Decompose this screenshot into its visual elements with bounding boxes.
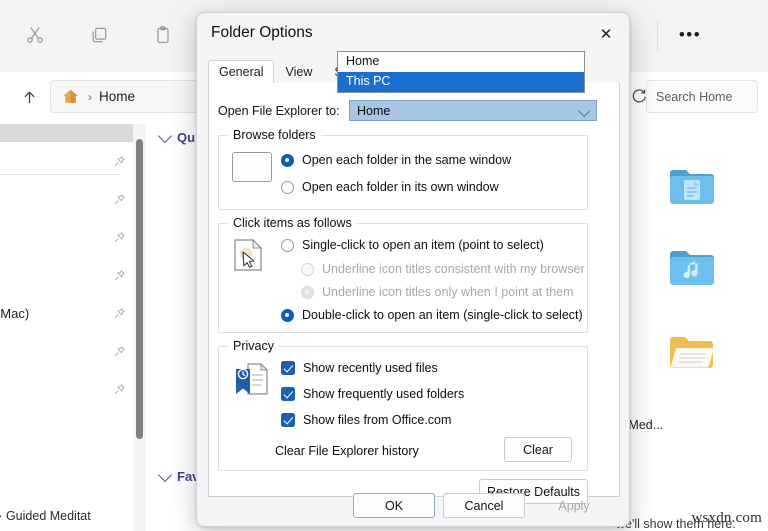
single-click-option[interactable]: Single-click to open an item (point to s… <box>281 238 544 252</box>
radio-button[interactable] <box>281 308 294 322</box>
folder-options-dialog: Folder Options ✕ General View Search Ope… <box>196 12 630 527</box>
underline-consistent-option: Underline icon titles consistent with my… <box>301 262 585 276</box>
privacy-legend: Privacy <box>228 339 279 353</box>
pin-icon[interactable] <box>113 345 126 358</box>
radio-button[interactable] <box>281 153 294 167</box>
nav-item-0[interactable]: p <box>0 146 134 176</box>
search-input[interactable]: Search Home <box>646 80 758 113</box>
cancel-button[interactable]: Cancel <box>443 493 525 518</box>
option-label: Single-click to open an item (point to s… <box>302 238 544 252</box>
browse-own-window-option[interactable]: Open each folder in its own window <box>281 180 499 194</box>
radio-button[interactable] <box>281 238 294 252</box>
radio-button[interactable] <box>281 180 294 194</box>
privacy-illustration <box>232 361 272 397</box>
nav-item-label: Drive (Mac) <box>0 305 30 321</box>
site-watermark: wsxdn.com <box>691 510 762 526</box>
underline-point-option: Underline icon titles only when I point … <box>301 285 574 299</box>
dropdown-option-this-pc[interactable]: This PC <box>338 72 584 92</box>
tab-general[interactable]: General <box>208 60 275 84</box>
search-placeholder-text: Search Home <box>656 89 733 104</box>
dropdown-option-home[interactable]: Home <box>338 52 584 72</box>
pin-icon[interactable] <box>113 383 126 396</box>
chevron-down-icon <box>157 467 173 482</box>
nav-item-2[interactable]: ents <box>0 222 134 252</box>
pin-icon[interactable] <box>113 155 126 168</box>
breadcrumb-separator: › <box>88 89 92 104</box>
radio-button <box>301 262 314 276</box>
click-items-legend: Click items as follows <box>228 216 357 230</box>
home-icon <box>63 89 78 103</box>
tab-view[interactable]: View <box>274 60 323 84</box>
copy-icon[interactable] <box>82 18 116 52</box>
apply-button: Apply <box>558 498 590 513</box>
documents-folder-icon[interactable] <box>668 167 716 207</box>
double-click-option[interactable]: Double-click to open an item (single-cli… <box>281 308 583 322</box>
music-folder-icon[interactable] <box>668 248 716 288</box>
open-folder-icon[interactable] <box>668 332 716 372</box>
pin-icon[interactable] <box>113 269 126 282</box>
pin-icon[interactable] <box>113 231 126 244</box>
chevron-down-icon <box>157 128 173 143</box>
close-icon[interactable]: ✕ <box>589 19 623 49</box>
browse-folders-illustration <box>232 152 272 182</box>
navigate-up-icon[interactable] <box>14 82 44 112</box>
navigation-pane: p ads ents <box>0 124 152 531</box>
option-label: Underline icon titles consistent with my… <box>322 262 585 276</box>
checkbox[interactable] <box>281 413 295 427</box>
open-file-explorer-label: Open File Explorer to: <box>218 104 340 118</box>
nav-item-3[interactable] <box>0 260 134 290</box>
click-items-illustration <box>233 238 263 272</box>
breadcrumb-current[interactable]: Home <box>99 89 135 104</box>
option-label: Underline icon titles only when I point … <box>322 285 574 299</box>
section-header-favorites[interactable]: Fav <box>157 467 199 484</box>
clear-button[interactable]: Clear <box>504 437 572 462</box>
show-recent-files-checkbox-row[interactable]: Show recently used files <box>281 361 438 375</box>
nav-item-6[interactable] <box>0 374 134 404</box>
open-file-explorer-row: Open File Explorer to: Home <box>218 100 612 122</box>
toolbar-divider <box>657 22 658 50</box>
checkbox[interactable] <box>281 387 295 401</box>
browse-same-window-option[interactable]: Open each folder in the same window <box>281 153 511 167</box>
more-options-icon[interactable]: ••• <box>674 20 706 50</box>
general-tab-panel: Open File Explorer to: Home Browse folde… <box>208 83 620 504</box>
clear-history-label: Clear File Explorer history <box>275 444 419 458</box>
checkbox[interactable] <box>281 361 295 375</box>
ok-button[interactable]: OK <box>353 493 435 518</box>
checkbox-label: Show frequently used folders <box>303 387 465 401</box>
open-file-explorer-dropdown-list: Home This PC <box>337 51 585 93</box>
option-label: Double-click to open an item (single-cli… <box>302 308 583 322</box>
chevron-down-icon <box>577 104 591 118</box>
nav-item-1[interactable]: ads <box>0 184 134 214</box>
dialog-footer: OK Cancel Apply <box>197 484 629 526</box>
privacy-group: Privacy Show recently used files Show fr… <box>218 339 588 471</box>
nav-item-4[interactable]: Drive (Mac) <box>0 298 134 328</box>
navpane-footer-text: 022 · Guided Meditat <box>0 509 91 523</box>
checkbox-label: Show files from Office.com <box>303 413 452 427</box>
paste-icon[interactable] <box>146 18 180 52</box>
browse-folders-group: Browse folders Open each folder in the s… <box>218 128 588 210</box>
show-office-files-checkbox-row[interactable]: Show files from Office.com <box>281 413 451 427</box>
dialog-title: Folder Options <box>211 24 313 41</box>
pin-icon[interactable] <box>113 193 126 206</box>
pin-icon[interactable] <box>113 307 126 320</box>
option-label: Open each folder in the same window <box>302 153 512 167</box>
browse-folders-legend: Browse folders <box>228 128 321 142</box>
screen-root: ••• › Home Search Home Mac) Guided Medit… <box>0 0 768 531</box>
show-frequent-folders-checkbox-row[interactable]: Show frequently used folders <box>281 387 464 401</box>
section-label: Qu <box>177 130 196 145</box>
radio-button <box>301 285 314 299</box>
option-label: Open each folder in its own window <box>302 180 499 194</box>
click-items-group: Click items as follows Single-click to o… <box>218 216 588 333</box>
open-file-explorer-combobox[interactable]: Home <box>349 100 597 121</box>
section-header-quick-access[interactable]: Qu <box>157 128 196 145</box>
navpane-scrollbar-thumb[interactable] <box>136 139 143 439</box>
combobox-value: Home <box>357 103 391 118</box>
checkbox-label: Show recently used files <box>303 361 438 375</box>
nav-item-5[interactable] <box>0 336 134 366</box>
cut-icon[interactable] <box>18 18 52 52</box>
navpane-header-band <box>0 124 136 142</box>
